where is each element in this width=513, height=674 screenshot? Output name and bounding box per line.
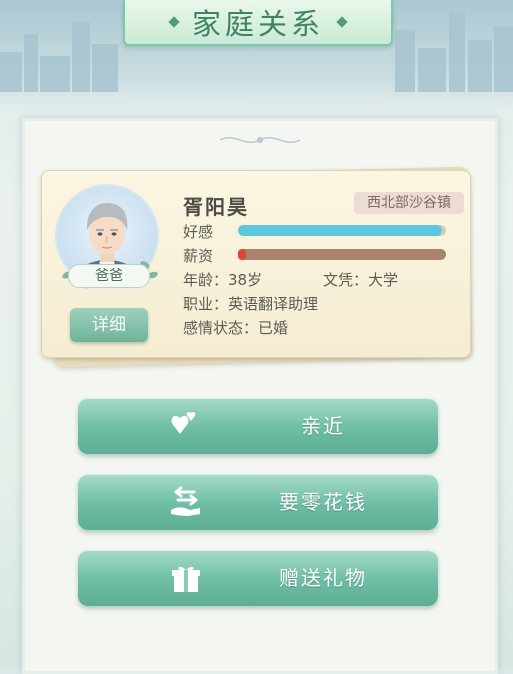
give-gift-button[interactable]: 赠送礼物 <box>78 550 438 606</box>
age-text: 年龄：38岁 <box>183 271 263 289</box>
location-badge: 西北部沙谷镇 <box>354 192 464 214</box>
get-close-button[interactable]: 亲近 <box>78 398 438 454</box>
scroll-ornament-icon <box>219 137 301 143</box>
job-text: 职业：英语翻译助理 <box>183 295 319 313</box>
salary-bar-fill <box>238 249 247 260</box>
salary-label: 薪资 <box>183 247 214 265</box>
character-name: 胥阳昊 <box>183 195 249 219</box>
gift-icon <box>172 566 200 592</box>
hearts-icon <box>171 411 196 434</box>
detail-button[interactable]: 详细 <box>70 308 148 342</box>
favor-bar <box>238 225 446 236</box>
relation-label: 爸爸 <box>68 264 150 288</box>
education-text: 文凭：大学 <box>323 271 399 289</box>
ask-pocket-money-label: 要零花钱 <box>279 490 367 514</box>
exchange-hand-icon <box>171 486 200 516</box>
ask-pocket-money-button[interactable]: 要零花钱 <box>78 474 438 530</box>
favor-bar-fill <box>238 225 442 236</box>
diamond-ornament-icon <box>336 16 348 28</box>
diamond-ornament-icon <box>168 16 180 28</box>
page-title-banner: 家庭关系 <box>123 0 393 46</box>
salary-bar <box>238 249 446 260</box>
page-title: 家庭关系 <box>191 7 324 41</box>
favor-label: 好感 <box>183 223 214 241</box>
get-close-label: 亲近 <box>301 414 345 438</box>
give-gift-label: 赠送礼物 <box>279 566 367 590</box>
relationship-status-text: 感情状态：已婚 <box>183 319 289 337</box>
